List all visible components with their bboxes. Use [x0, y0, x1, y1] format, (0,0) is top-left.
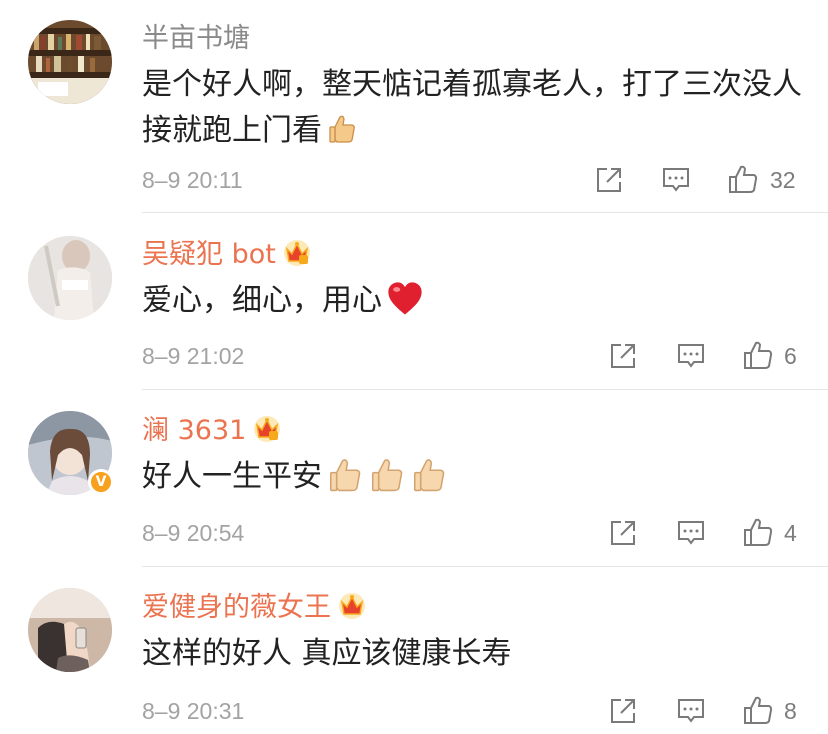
- share-icon: [611, 344, 635, 368]
- like-button[interactable]: [743, 695, 773, 725]
- comment-icon: [678, 344, 704, 368]
- username-text[interactable]: 半亩书塘: [142, 23, 250, 54]
- avatar[interactable]: [28, 588, 112, 672]
- comment-icon: [678, 521, 704, 545]
- comment-time: 8–9 21:02: [142, 343, 245, 369]
- like-button[interactable]: [743, 340, 773, 370]
- comment-text: 爱心，细心，用心: [142, 278, 802, 324]
- comment-icon: [678, 699, 704, 723]
- like-button[interactable]: [728, 164, 758, 194]
- username[interactable]: 澜 3631: [142, 413, 282, 449]
- username-text[interactable]: 吴疑犯 bot: [142, 239, 276, 270]
- comment-time: 8–9 20:31: [142, 698, 245, 724]
- like-icon: [744, 518, 773, 546]
- crown-badge-icon: [339, 593, 365, 619]
- like-icon: [744, 696, 773, 724]
- username[interactable]: 半亩书塘: [142, 21, 250, 57]
- share-button[interactable]: [608, 696, 638, 726]
- share-button[interactable]: [608, 518, 638, 548]
- like-icon: [744, 341, 773, 369]
- red-heart-emoji: [388, 282, 422, 315]
- like-icon: [729, 165, 758, 193]
- verified-badge-icon: V: [88, 469, 114, 495]
- username[interactable]: 吴疑犯 bot: [142, 237, 312, 273]
- comment-text: 这样的好人 真应该健康长寿: [142, 631, 802, 677]
- like-count: 4: [784, 520, 797, 546]
- comment-body: 好人一生平安: [142, 459, 322, 494]
- comment-button[interactable]: [676, 341, 706, 371]
- comment-button[interactable]: [661, 165, 691, 195]
- like-count: 32: [770, 167, 796, 193]
- username-text[interactable]: 澜 3631: [142, 415, 246, 446]
- thumbs-up-emoji: [329, 115, 355, 143]
- comment-text: 是个好人啊，整天惦记着孤寡老人，打了三次没人接就跑上门看: [142, 62, 802, 154]
- comment-button[interactable]: [676, 696, 706, 726]
- crown-badge-icon: [283, 240, 310, 266]
- username[interactable]: 爱健身的薇女王: [142, 590, 367, 626]
- comment-text: 好人一生平安: [142, 454, 802, 500]
- comment-body: 是个好人啊，整天惦记着孤寡老人，打了三次没人接就跑上门看: [142, 67, 802, 148]
- like-count: 8: [784, 698, 797, 724]
- thumbs-up-emoji: [413, 459, 445, 492]
- divider: [142, 212, 828, 213]
- thumbs-up-emoji: [371, 459, 403, 492]
- comment-time: 8–9 20:54: [142, 520, 245, 546]
- share-button[interactable]: [608, 341, 638, 371]
- like-count: 6: [784, 343, 797, 369]
- thumbs-up-emoji: [329, 459, 361, 492]
- share-icon: [597, 168, 621, 192]
- comment-body: 爱心，细心，用心: [142, 283, 382, 318]
- divider: [142, 389, 828, 390]
- like-button[interactable]: [743, 517, 773, 547]
- comment-button[interactable]: [676, 518, 706, 548]
- share-button[interactable]: [594, 165, 624, 195]
- comment-icon: [663, 168, 689, 192]
- share-icon: [611, 521, 635, 545]
- divider: [142, 566, 828, 567]
- avatar[interactable]: [28, 236, 112, 320]
- crown-badge-icon: [254, 416, 281, 442]
- share-icon: [611, 699, 635, 723]
- avatar[interactable]: [28, 20, 112, 104]
- comment-time: 8–9 20:11: [142, 167, 243, 193]
- username-text[interactable]: 爱健身的薇女王: [142, 592, 331, 623]
- comment-body: 这样的好人 真应该健康长寿: [142, 636, 512, 671]
